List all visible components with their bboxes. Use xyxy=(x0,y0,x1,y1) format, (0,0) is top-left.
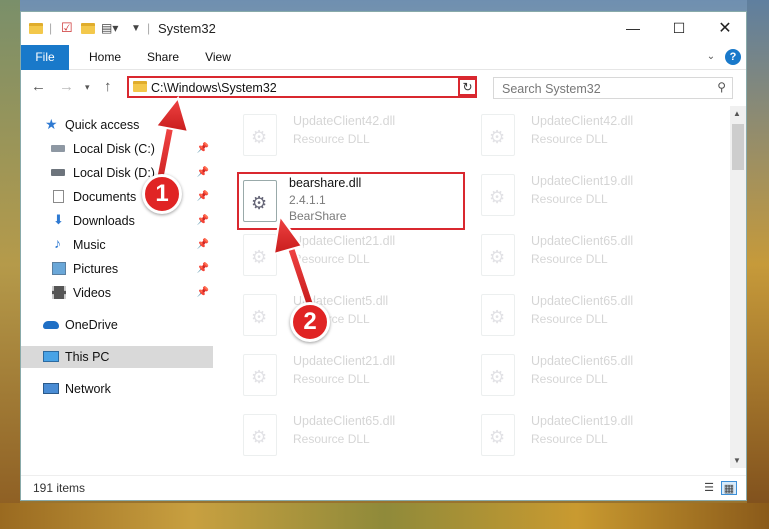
navigation-bar: ← → ▾ ↑ C:\Windows\System32 ⌄ ↻ ⚲ xyxy=(21,70,746,104)
list-item[interactable]: ⚙ UpdateClient42.dll Resource DLL xyxy=(481,112,711,166)
dll-file-icon: ⚙ xyxy=(243,234,277,276)
dll-file-icon: ⚙ xyxy=(243,114,277,156)
title-bar: | ☑ ▤▾ ▼ | System32 — ☐ ✕ xyxy=(21,12,746,44)
sidebar-item-documents[interactable]: Documents 📌 xyxy=(21,186,213,208)
dll-file-icon: ⚙ xyxy=(481,294,515,336)
sidebar-item-network[interactable]: Network xyxy=(21,378,213,400)
window-title: System32 xyxy=(158,21,216,36)
pin-icon[interactable]: 📌 xyxy=(197,191,209,202)
pin-icon[interactable]: 📌 xyxy=(197,263,209,274)
document-icon xyxy=(53,190,64,203)
sidebar-item-quick-access[interactable]: ★ Quick access xyxy=(21,114,213,136)
dll-file-icon: ⚙ xyxy=(243,180,277,222)
sidebar-item-music[interactable]: ♪ Music 📌 xyxy=(21,234,213,256)
address-path: C:\Windows\System32 xyxy=(151,81,277,95)
sidebar-item-local-disk-d[interactable]: Local Disk (D:) 📌 xyxy=(21,162,213,184)
scroll-up-icon[interactable]: ▲ xyxy=(733,109,741,118)
up-arrow-icon[interactable]: ↑ xyxy=(104,78,112,95)
list-item[interactable]: ⚙ UpdateClient42.dll Resource DLL xyxy=(243,112,473,166)
dll-file-icon: ⚙ xyxy=(481,114,515,156)
sidebar-item-local-disk-c[interactable]: Local Disk (C:) 📌 xyxy=(21,138,213,160)
download-icon: ⬇ xyxy=(53,212,64,227)
tab-view[interactable]: View xyxy=(197,45,239,69)
highlighted-file[interactable]: ⚙ bearshare.dll 2.4.1.1 BearShare xyxy=(237,172,465,230)
search-input[interactable] xyxy=(500,79,704,99)
new-folder-icon[interactable] xyxy=(81,20,95,36)
music-icon: ♪ xyxy=(54,235,61,251)
list-item[interactable]: ⚙ UpdateClient19.dll Resource DLL xyxy=(481,412,711,466)
explorer-window: | ☑ ▤▾ ▼ | System32 — ☐ ✕ File Home Shar… xyxy=(20,11,747,501)
scroll-down-icon[interactable]: ▼ xyxy=(733,456,741,465)
list-item[interactable]: ⚙ UpdateClient65.dll Resource DLL xyxy=(481,352,711,406)
search-icon[interactable]: ⚲ xyxy=(717,80,726,94)
ribbon: File Home Share View ⌄ ? xyxy=(21,45,746,99)
sidebar-item-pictures[interactable]: Pictures 📌 xyxy=(21,258,213,280)
file-list: ⚙ UpdateClient42.dll Resource DLL ⚙ bear… xyxy=(217,106,731,468)
qat-dropdown-icon[interactable]: ▼ xyxy=(131,20,141,36)
file-name: bearshare.dll xyxy=(289,176,362,190)
sidebar-item-this-pc[interactable]: This PC xyxy=(21,346,213,368)
callout-badge-1: 1 xyxy=(142,174,182,214)
network-icon xyxy=(43,383,59,394)
list-item[interactable]: ⚙ UpdateClient21.dll Resource DLL xyxy=(243,232,473,286)
drive-icon xyxy=(51,169,65,176)
folder-icon xyxy=(133,81,147,95)
callout-badge-2: 2 xyxy=(290,302,330,342)
drive-icon xyxy=(51,145,65,152)
list-item[interactable]: ⚙ UpdateClient5.dll Resource DLL xyxy=(243,292,473,346)
address-bar[interactable]: C:\Windows\System32 ⌄ xyxy=(127,76,477,98)
refresh-button[interactable]: ↻ xyxy=(458,78,477,96)
minimize-button[interactable]: — xyxy=(610,12,656,44)
scrollbar-thumb[interactable] xyxy=(732,124,744,170)
details-view-icon[interactable]: ☰ xyxy=(701,481,717,495)
customize-qat-icon[interactable]: ▤▾ xyxy=(101,20,118,36)
sidebar-item-videos[interactable]: Videos 📌 xyxy=(21,282,213,304)
chevron-down-icon[interactable]: ⌄ xyxy=(703,45,719,69)
back-arrow-icon[interactable]: ← xyxy=(31,78,46,95)
pin-icon[interactable]: 📌 xyxy=(197,287,209,298)
pin-icon[interactable]: 📌 xyxy=(197,143,209,154)
maximize-button[interactable]: ☐ xyxy=(656,12,702,44)
dll-file-icon: ⚙ xyxy=(243,414,277,456)
large-icons-view-icon[interactable]: ▦ xyxy=(721,481,737,495)
dll-file-icon: ⚙ xyxy=(243,354,277,396)
file-version: 2.4.1.1 xyxy=(289,193,326,207)
pin-icon[interactable]: 📌 xyxy=(197,167,209,178)
list-item[interactable]: ⚙ UpdateClient65.dll Resource DLL xyxy=(481,292,711,346)
list-item[interactable]: ⚙ UpdateClient65.dll Resource DLL xyxy=(481,232,711,286)
properties-icon[interactable]: ☑ xyxy=(61,20,73,36)
pictures-icon xyxy=(52,262,66,275)
dll-file-icon: ⚙ xyxy=(481,414,515,456)
list-item[interactable]: ⚙ UpdateClient21.dll Resource DLL xyxy=(243,352,473,406)
pin-icon[interactable]: 📌 xyxy=(197,215,209,226)
list-item[interactable]: ⚙ UpdateClient19.dll Resource DLL xyxy=(481,172,711,226)
close-button[interactable]: ✕ xyxy=(702,12,746,44)
tab-share[interactable]: Share xyxy=(141,45,185,69)
dll-file-icon: ⚙ xyxy=(481,234,515,276)
star-icon: ★ xyxy=(45,116,58,132)
item-count: 191 items xyxy=(33,481,86,495)
forward-arrow-icon[interactable]: → xyxy=(59,78,74,95)
dll-file-icon: ⚙ xyxy=(481,174,515,216)
videos-icon xyxy=(52,286,66,299)
tab-home[interactable]: Home xyxy=(83,45,127,69)
folder-icon xyxy=(29,20,43,36)
dll-file-icon: ⚙ xyxy=(243,294,277,336)
sidebar-item-downloads[interactable]: ⬇ Downloads 📌 xyxy=(21,210,213,232)
file-company: BearShare xyxy=(289,209,347,223)
vertical-scrollbar[interactable]: ▲ ▼ xyxy=(730,106,746,468)
pin-icon[interactable]: 📌 xyxy=(197,239,209,250)
list-item[interactable]: ⚙ UpdateClient65.dll Resource DLL xyxy=(243,412,473,466)
help-icon[interactable]: ? xyxy=(725,49,741,65)
computer-icon xyxy=(43,351,59,362)
search-box[interactable]: ⚲ xyxy=(493,77,733,99)
status-bar: 191 items ☰ ▦ xyxy=(21,475,746,500)
cloud-icon xyxy=(43,321,59,329)
sidebar-item-onedrive[interactable]: OneDrive xyxy=(21,314,213,336)
recent-locations-icon[interactable]: ▾ xyxy=(85,82,90,93)
navigation-pane: ★ Quick access Local Disk (C:) 📌 Local D… xyxy=(21,106,213,466)
dll-file-icon: ⚙ xyxy=(481,354,515,396)
